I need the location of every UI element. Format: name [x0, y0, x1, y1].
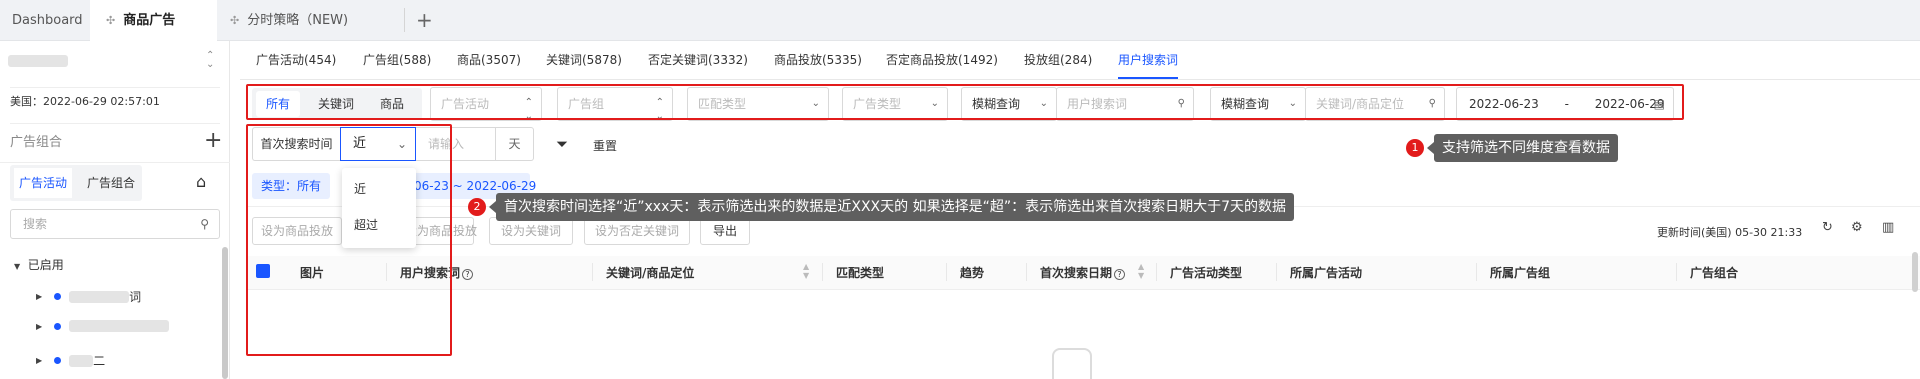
annotation-box-2 — [246, 124, 452, 356]
set-negative-keyword-button[interactable]: 设为否定关键词 — [584, 217, 690, 245]
col-label: 首次搜索日期 — [1040, 266, 1113, 280]
search-icon: ⚲ — [200, 217, 209, 231]
sidebar-tab-campaigns[interactable]: 广告活动 — [14, 168, 72, 198]
col-portfolio: 广告组合 — [1690, 266, 1739, 280]
add-portfolio-button[interactable]: + — [204, 123, 222, 159]
caret-right-icon: ▶ — [36, 292, 43, 301]
col-trend: 趋势 — [960, 266, 985, 280]
search-placeholder: 搜索 — [23, 217, 48, 231]
tree-item-label: 词 — [129, 290, 142, 304]
annotation-badge-2: 2 — [468, 198, 486, 216]
tab-label: 分时策略（NEW) — [247, 13, 349, 28]
tab-products[interactable]: 商品(3507) — [457, 41, 521, 79]
tab-product-ads[interactable]: ✣ 商品广告 — [90, 0, 217, 41]
divider — [0, 162, 230, 163]
blurred-name — [69, 320, 170, 332]
annotation-tooltip-1: 支持筛选不同维度查看数据 — [1427, 134, 1618, 162]
refresh-icon[interactable]: ↻ — [1822, 220, 1833, 235]
top-tab-bar: Dashboard ✣ 商品广告 ✣ 分时策略（NEW) + — [0, 0, 1920, 41]
account-switch-icon[interactable]: ⌃ ⌄ — [206, 51, 214, 70]
tree-item-label: 二 — [93, 354, 106, 368]
tab-product-targeting[interactable]: 商品投放(5335) — [774, 41, 862, 79]
tree-item[interactable]: ▶ — [36, 320, 170, 332]
annotation-tooltip-2: 首次搜索时间选择“近”xxx天：表示筛选出来的数据是近XXX天的 如果选择是“超… — [489, 193, 1294, 221]
sidebar: ⌃ ⌄ 美国：2022-06-29 02:57:01 广告组合 + 广告活动 广告… — [0, 41, 230, 379]
filter-funnel-icon[interactable]: ⏷ — [556, 135, 568, 153]
tree-group-enabled[interactable]: ▼ 已启用 — [14, 256, 64, 273]
portfolio-section-title: 广告组合 — [10, 135, 63, 150]
tab-dashboard[interactable]: Dashboard — [12, 0, 83, 41]
help-icon[interactable]: ? — [1114, 269, 1126, 280]
status-dot — [54, 322, 62, 330]
col-separator — [1026, 263, 1027, 281]
reset-button[interactable]: 重置 — [593, 137, 617, 154]
status-dot — [54, 357, 62, 364]
settings-icon[interactable]: ⚙ — [1851, 220, 1863, 235]
export-button[interactable]: 导出 — [700, 217, 750, 245]
divider — [10, 123, 220, 124]
add-tab-button[interactable]: + — [416, 0, 433, 41]
sidebar-search-input[interactable]: 搜索 ⚲ — [10, 209, 220, 239]
tab-negative-product-targeting[interactable]: 否定商品投放(1492) — [886, 41, 998, 79]
col-campaign-type: 广告活动类型 — [1170, 266, 1243, 280]
tab-label: Dashboard — [12, 13, 83, 28]
update-time: 更新时间(美国) 05-30 21:33 — [1657, 226, 1803, 239]
region-time: 美国：2022-06-29 02:57:01 — [10, 95, 160, 108]
tab-label: 商品广告 — [123, 13, 176, 28]
col-match-type: 匹配类型 — [836, 266, 885, 280]
tab-divider — [404, 8, 405, 32]
col-separator — [1476, 263, 1477, 281]
account-name-blurred — [8, 55, 68, 67]
sidebar-scrollbar[interactable] — [222, 247, 228, 379]
col-adgroup: 所属广告组 — [1490, 266, 1551, 280]
caret-right-icon: ▶ — [36, 356, 43, 365]
col-campaign: 所属广告活动 — [1290, 266, 1363, 280]
annotation-badge-1: 1 — [1406, 139, 1424, 157]
tab-time-strategy[interactable]: ✣ 分时策略（NEW) — [230, 0, 348, 41]
sort-icon[interactable]: ▲ ▼ — [1138, 262, 1144, 280]
table-scrollbar[interactable] — [1912, 252, 1918, 292]
annotation-box-1 — [246, 84, 1684, 120]
tree-item[interactable]: ▶ 词 — [36, 288, 141, 305]
tab-campaigns[interactable]: 广告活动(454) — [256, 41, 336, 79]
columns-icon[interactable]: ▥ — [1882, 220, 1894, 235]
tab-search-terms[interactable]: 用户搜索词 — [1118, 41, 1179, 79]
col-separator — [1676, 263, 1677, 281]
days-unit: 天 — [496, 127, 534, 161]
empty-box-icon — [1052, 348, 1092, 379]
tree-item[interactable]: ▶ 二 — [36, 352, 105, 369]
blurred-name — [69, 290, 130, 303]
pin-icon: ✣ — [230, 14, 240, 27]
tree-group-label: 已启用 — [27, 258, 64, 272]
col-separator — [822, 263, 823, 281]
status-dot — [54, 293, 62, 300]
sort-icon[interactable]: ▲ ▼ — [803, 262, 809, 280]
help-icon[interactable]: ? — [462, 269, 474, 280]
col-separator — [946, 263, 947, 281]
pin-icon: ✣ — [106, 14, 116, 27]
col-separator — [592, 263, 593, 281]
col-first-search-date[interactable]: 首次搜索日期? — [1040, 264, 1126, 281]
tab-targeting-groups[interactable]: 投放组(284) — [1024, 41, 1092, 79]
tabs-underline — [240, 79, 1920, 80]
col-keyword[interactable]: 关键词/商品定位 — [606, 264, 694, 281]
home-icon[interactable]: ⌂ — [196, 172, 206, 191]
tab-keywords[interactable]: 关键词(5878) — [546, 41, 622, 79]
caret-right-icon: ▶ — [36, 321, 43, 331]
sidebar-tab-portfolios[interactable]: 广告组合 — [82, 168, 140, 198]
caret-down-icon: ▼ — [14, 262, 21, 271]
col-separator — [1156, 263, 1157, 281]
tab-negative-keywords[interactable]: 否定关键词(3332) — [648, 41, 748, 79]
blurred-name — [69, 354, 94, 367]
set-keyword-button[interactable]: 设为关键词 — [489, 217, 573, 245]
col-separator — [1276, 263, 1277, 281]
tab-adgroups[interactable]: 广告组(588) — [363, 41, 431, 79]
